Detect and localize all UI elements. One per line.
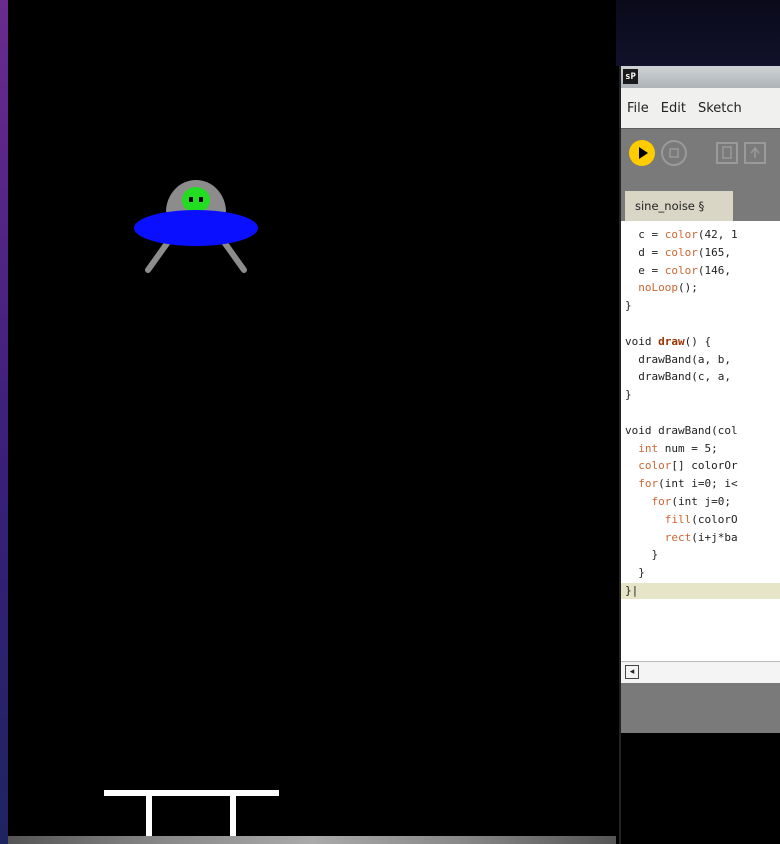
ufo-saucer <box>134 210 258 246</box>
menu-edit[interactable]: Edit <box>661 101 686 116</box>
ufo-leg-right <box>221 239 247 273</box>
code-line: } <box>625 548 659 562</box>
console-area <box>621 733 780 844</box>
desktop-background-top <box>616 0 780 66</box>
new-button[interactable] <box>716 142 738 164</box>
code-line: e = color(146, <box>625 263 731 277</box>
toolbar <box>621 128 780 184</box>
stop-icon <box>669 148 679 158</box>
menu-bar: File Edit Sketch <box>621 88 780 128</box>
tab-sine-noise[interactable]: sine_noise § <box>625 191 733 221</box>
app-icon: sP <box>623 69 638 84</box>
code-line: fill(colorO <box>664 512 738 526</box>
alien-eye-right <box>199 197 203 202</box>
stop-button[interactable] <box>661 140 687 166</box>
code-line: rect(i+j*ba <box>664 530 738 544</box>
desktop-background-left <box>0 0 8 844</box>
menu-file[interactable]: File <box>627 101 649 116</box>
code-line: color[] colorOr <box>638 459 738 473</box>
ufo-leg-left <box>145 239 171 273</box>
run-icon <box>639 147 648 159</box>
code-line: drawBand(c, a, <box>625 370 731 384</box>
sketch-canvas[interactable] <box>8 0 616 844</box>
horizontal-scrollbar[interactable]: ◂ <box>621 661 780 685</box>
open-button[interactable] <box>744 142 766 164</box>
ide-titlebar[interactable]: sP <box>621 66 780 88</box>
run-button[interactable] <box>629 140 655 166</box>
alien-head <box>182 187 210 213</box>
code-line: d = color(165, <box>625 245 731 259</box>
code-line: void drawBand(col <box>625 423 738 437</box>
code-line: for(int i=0; i< <box>638 477 738 491</box>
new-icon <box>722 146 732 159</box>
ufo-sprite <box>134 180 258 273</box>
code-line: drawBand(a, b, <box>625 352 731 366</box>
ground-bar <box>104 790 279 796</box>
code-line: for(int j=0; <box>651 495 731 508</box>
open-icon <box>750 146 760 158</box>
code-line: } <box>625 388 632 402</box>
menu-sketch[interactable]: Sketch <box>698 101 742 116</box>
scroll-left-arrow-icon[interactable]: ◂ <box>625 665 639 679</box>
code-line: void draw() { <box>625 334 712 348</box>
code-line: int num = 5; <box>638 441 718 455</box>
code-line: } <box>625 299 632 313</box>
code-line: c = color(42, 1 <box>625 228 738 241</box>
code-line: } <box>625 566 645 580</box>
canvas-bottom-strip <box>8 836 616 844</box>
processing-ide-window: sP File Edit Sketch sine_noise § c = col… <box>619 66 780 844</box>
alien-eye-left <box>189 197 193 202</box>
code-line: }| <box>621 583 780 599</box>
code-line: noLoop(); <box>638 281 698 295</box>
tab-bar: sine_noise § <box>621 183 780 221</box>
status-bar <box>621 683 780 733</box>
code-editor[interactable]: c = color(42, 1 d = color(165, e = color… <box>621 221 780 661</box>
